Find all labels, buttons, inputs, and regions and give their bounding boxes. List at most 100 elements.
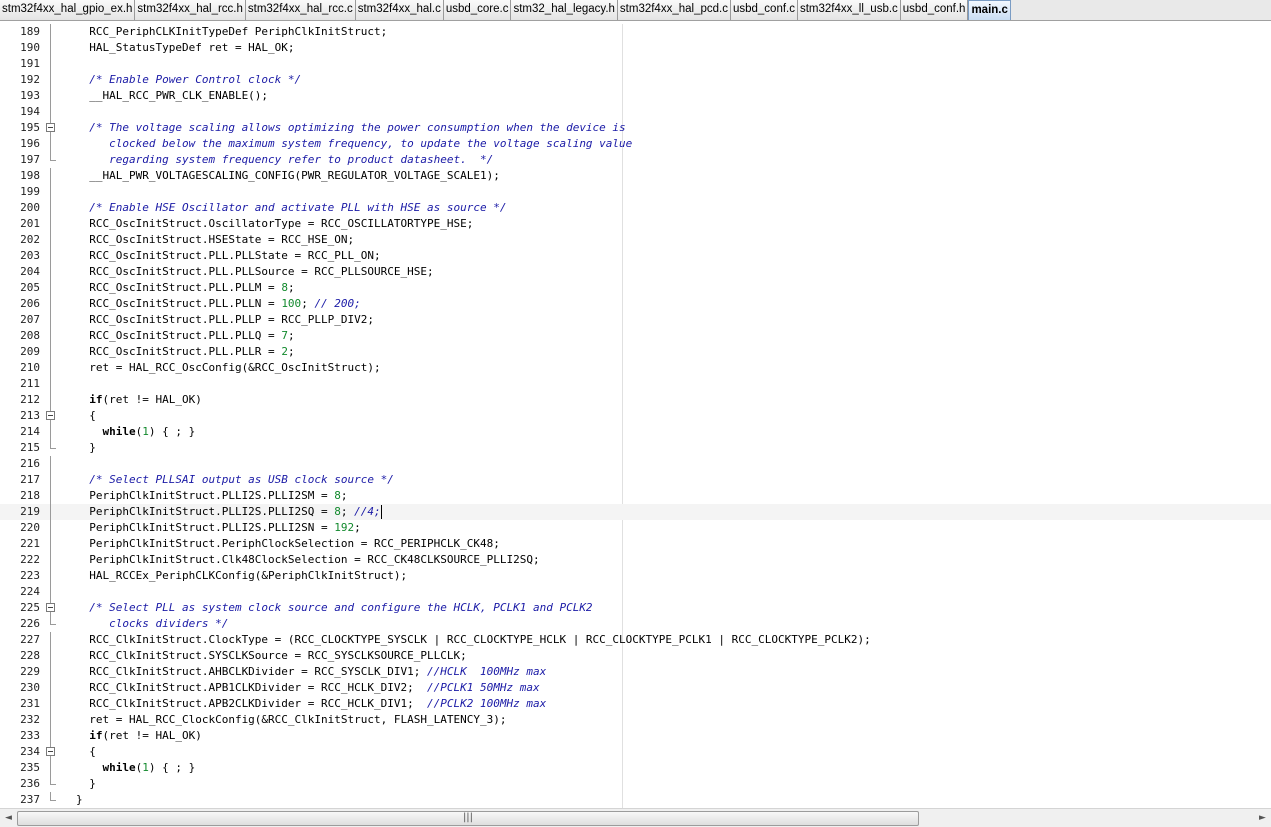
code-line[interactable]: 231 RCC_ClkInitStruct.APB2CLKDivider = R… <box>0 696 1271 712</box>
code-line[interactable]: 233 if(ret != HAL_OK) <box>0 728 1271 744</box>
fold-collapse-icon[interactable] <box>44 600 58 616</box>
code-line[interactable]: 216 <box>0 456 1271 472</box>
code-line[interactable]: 214 while(1) { ; } <box>0 424 1271 440</box>
code-number: 8 <box>334 489 341 502</box>
code-line[interactable]: 223 HAL_RCCEx_PeriphCLKConfig(&PeriphClk… <box>0 568 1271 584</box>
code-line[interactable]: 199 <box>0 184 1271 200</box>
scroll-right-arrow-icon[interactable]: ► <box>1255 811 1270 826</box>
code-text: if(ret != HAL_OK) <box>76 728 202 744</box>
fold-end-marker <box>44 152 58 168</box>
code-line[interactable]: 215 } <box>0 440 1271 456</box>
horizontal-scrollbar[interactable]: ◄ ||| ► <box>0 808 1271 827</box>
code-line[interactable]: 227 RCC_ClkInitStruct.ClockType = (RCC_C… <box>0 632 1271 648</box>
code-line[interactable]: 207 RCC_OscInitStruct.PLL.PLLP = RCC_PLL… <box>0 312 1271 328</box>
code-line[interactable]: 210 ret = HAL_RCC_OscConfig(&RCC_OscInit… <box>0 360 1271 376</box>
code-line[interactable]: 197 regarding system frequency refer to … <box>0 152 1271 168</box>
tab-main-c[interactable]: main.c <box>968 0 1011 20</box>
tab-usbd-conf-c[interactable]: usbd_conf.c <box>730 0 798 20</box>
tab-stm32-hal-legacy-h[interactable]: stm32_hal_legacy.h <box>511 0 618 20</box>
code-text: HAL_RCCEx_PeriphCLKConfig(&PeriphClkInit… <box>76 568 407 584</box>
line-number: 220 <box>20 521 40 534</box>
code-line[interactable]: 236 } <box>0 776 1271 792</box>
fold-collapse-icon[interactable] <box>44 120 58 136</box>
code-line[interactable]: 235 while(1) { ; } <box>0 760 1271 776</box>
line-number: 213 <box>20 409 40 422</box>
code-line[interactable]: 218 PeriphClkInitStruct.PLLI2S.PLLI2SM =… <box>0 488 1271 504</box>
code-number: 100 <box>281 297 302 310</box>
code-line[interactable]: 217 /* Select PLLSAI output as USB clock… <box>0 472 1271 488</box>
code-line[interactable]: 194 <box>0 104 1271 120</box>
tab-stm32f4xx-hal-pcd-c[interactable]: stm32f4xx_hal_pcd.c <box>617 0 731 20</box>
fold-guide-line <box>44 712 58 728</box>
code-line[interactable]: 208 RCC_OscInitStruct.PLL.PLLQ = 7; <box>0 328 1271 344</box>
code-line[interactable]: 221 PeriphClkInitStruct.PeriphClockSelec… <box>0 536 1271 552</box>
fold-collapse-icon[interactable] <box>44 408 58 424</box>
code-line[interactable]: 228 RCC_ClkInitStruct.SYSCLKSource = RCC… <box>0 648 1271 664</box>
tab-stm32f4xx-hal-rcc-c[interactable]: stm32f4xx_hal_rcc.c <box>245 0 356 20</box>
code-text: HAL_StatusTypeDef ret = HAL_OK; <box>76 40 294 56</box>
code-line[interactable]: 232 ret = HAL_RCC_ClockConfig(&RCC_ClkIn… <box>0 712 1271 728</box>
code-token: ; <box>287 329 295 342</box>
code-line[interactable]: 222 PeriphClkInitStruct.Clk48ClockSelect… <box>0 552 1271 568</box>
code-line[interactable]: 237} <box>0 792 1271 808</box>
code-line[interactable]: 192 /* Enable Power Control clock */ <box>0 72 1271 88</box>
code-line[interactable]: 190 HAL_StatusTypeDef ret = HAL_OK; <box>0 40 1271 56</box>
code-line[interactable]: 191 <box>0 56 1271 72</box>
scrollbar-thumb[interactable]: ||| <box>17 811 919 826</box>
code-comment: /* Enable Power Control clock */ <box>76 73 302 86</box>
fold-guide-line <box>44 280 58 296</box>
code-editor[interactable]: 189 RCC_PeriphCLKInitTypeDef PeriphClkIn… <box>0 24 1271 808</box>
code-line[interactable]: 220 PeriphClkInitStruct.PLLI2S.PLLI2SN =… <box>0 520 1271 536</box>
code-line[interactable]: 213 { <box>0 408 1271 424</box>
fold-guide-line <box>44 680 58 696</box>
code-keyword: if <box>76 393 103 406</box>
fold-guide-line <box>44 760 58 776</box>
tab-stm32f4xx-ll-usb-c[interactable]: stm32f4xx_ll_usb.c <box>797 0 901 20</box>
code-line[interactable]: 224 <box>0 584 1271 600</box>
code-token: PeriphClkInitStruct.PeriphClockSelection… <box>76 537 500 550</box>
tab-stm32f4xx-hal-rcc-h[interactable]: stm32f4xx_hal_rcc.h <box>135 0 246 20</box>
code-line[interactable]: 201 RCC_OscInitStruct.OscillatorType = R… <box>0 216 1271 232</box>
code-line[interactable]: 225 /* Select PLL as system clock source… <box>0 600 1271 616</box>
fold-guide-line <box>44 40 58 56</box>
line-number: 234 <box>20 745 40 758</box>
fold-collapse-icon[interactable] <box>44 744 58 760</box>
code-line[interactable]: 229 RCC_ClkInitStruct.AHBCLKDivider = RC… <box>0 664 1271 680</box>
code-line[interactable]: 206 RCC_OscInitStruct.PLL.PLLN = 100; //… <box>0 296 1271 312</box>
code-line[interactable]: 196 clocked below the maximum system fre… <box>0 136 1271 152</box>
code-line[interactable]: 204 RCC_OscInitStruct.PLL.PLLSource = RC… <box>0 264 1271 280</box>
code-line[interactable]: 200 /* Enable HSE Oscillator and activat… <box>0 200 1271 216</box>
code-line[interactable]: 230 RCC_ClkInitStruct.APB1CLKDivider = R… <box>0 680 1271 696</box>
code-line[interactable]: 193 __HAL_RCC_PWR_CLK_ENABLE(); <box>0 88 1271 104</box>
code-token: HAL_RCCEx_PeriphCLKConfig(&PeriphClkInit… <box>76 569 408 582</box>
code-comment: regarding system frequency refer to prod… <box>76 153 494 166</box>
fold-end-marker <box>44 616 58 632</box>
code-line[interactable]: 203 RCC_OscInitStruct.PLL.PLLState = RCC… <box>0 248 1271 264</box>
code-text: clocks dividers */ <box>76 616 228 632</box>
code-line[interactable]: 212 if(ret != HAL_OK) <box>0 392 1271 408</box>
code-line[interactable]: 234 { <box>0 744 1271 760</box>
code-line[interactable]: 226 clocks dividers */ <box>0 616 1271 632</box>
code-line[interactable]: 189 RCC_PeriphCLKInitTypeDef PeriphClkIn… <box>0 24 1271 40</box>
code-text: RCC_OscInitStruct.PLL.PLLSource = RCC_PL… <box>76 264 433 280</box>
code-token: PeriphClkInitStruct.PLLI2S.PLLI2SM = <box>76 489 335 502</box>
line-number: 235 <box>20 761 40 774</box>
tab-stm32f4xx-hal-gpio-ex-h[interactable]: stm32f4xx_hal_gpio_ex.h <box>0 0 136 20</box>
code-token: RCC_OscInitStruct.PLL.PLLM = <box>76 281 282 294</box>
code-line[interactable]: 209 RCC_OscInitStruct.PLL.PLLR = 2; <box>0 344 1271 360</box>
code-line[interactable]: 205 RCC_OscInitStruct.PLL.PLLM = 8; <box>0 280 1271 296</box>
fold-guide-line <box>44 488 58 504</box>
tab-usbd-conf-h[interactable]: usbd_conf.h <box>900 0 969 20</box>
code-token: RCC_ClkInitStruct.SYSCLKSource = RCC_SYS… <box>76 649 467 662</box>
code-line[interactable]: 195 /* The voltage scaling allows optimi… <box>0 120 1271 136</box>
code-line[interactable]: 219 PeriphClkInitStruct.PLLI2S.PLLI2SQ =… <box>0 504 1271 520</box>
tab-stm32f4xx-hal-c[interactable]: stm32f4xx_hal.c <box>355 0 444 20</box>
code-line[interactable]: 202 RCC_OscInitStruct.HSEState = RCC_HSE… <box>0 232 1271 248</box>
scroll-left-arrow-icon[interactable]: ◄ <box>1 811 16 826</box>
code-number: 7 <box>281 329 288 342</box>
tab-usbd-core-c[interactable]: usbd_core.c <box>443 0 512 20</box>
code-line[interactable]: 211 <box>0 376 1271 392</box>
code-text: PeriphClkInitStruct.PLLI2S.PLLI2SM = 8; <box>76 488 347 504</box>
code-line[interactable]: 198 __HAL_PWR_VOLTAGESCALING_CONFIG(PWR_… <box>0 168 1271 184</box>
code-token: ; <box>301 297 315 310</box>
